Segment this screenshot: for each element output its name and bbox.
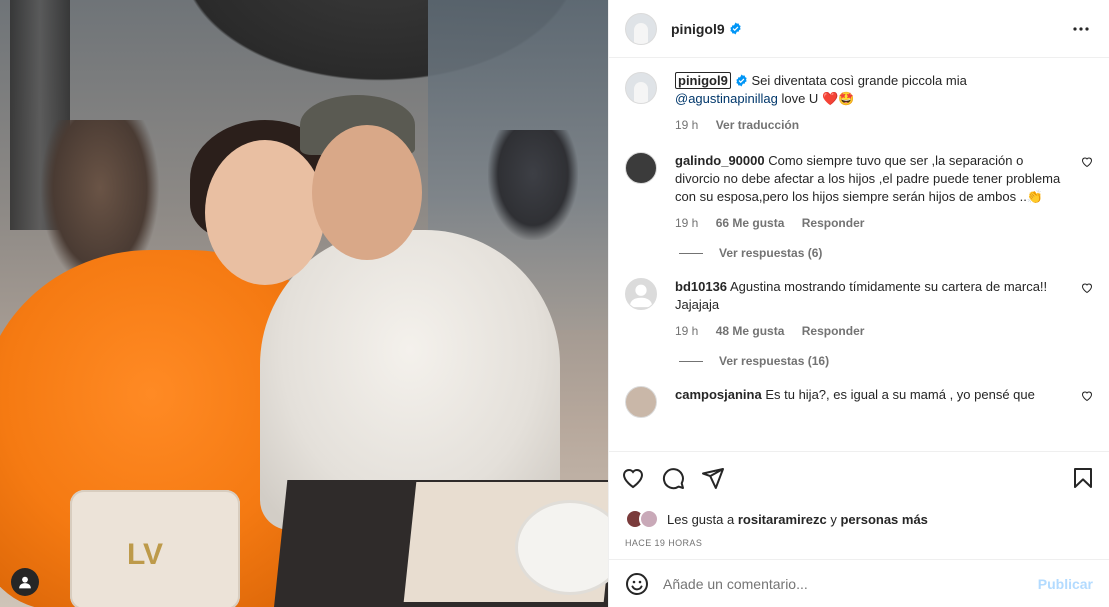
default-avatar-icon	[629, 284, 653, 308]
photo-man-face	[312, 125, 422, 260]
likes-and: y	[830, 511, 837, 527]
comment-time[interactable]: 19 h	[675, 324, 698, 338]
comment-username[interactable]: galindo_90000	[675, 153, 765, 168]
liker-username[interactable]: rositaramirezc	[738, 512, 827, 527]
more-options-button[interactable]	[1069, 17, 1093, 41]
view-replies-label: Ver respuestas (16)	[719, 354, 830, 368]
instagram-post-modal: LV pinigol9 pinigol9 Sei diventata così …	[0, 0, 1109, 607]
share-send-icon[interactable]	[701, 466, 725, 490]
comment-input[interactable]	[663, 575, 1038, 592]
add-comment-bar: Publicar	[609, 559, 1109, 607]
likes-summary: Les gusta a rositaramirezc y personas má…	[609, 503, 1109, 535]
comment-bubble-icon[interactable]	[661, 466, 685, 490]
comment-meta: 19 h 66 Me gusta Responder	[675, 214, 1071, 232]
commenter-avatar[interactable]	[625, 152, 657, 184]
emoji-icon[interactable]	[625, 572, 649, 596]
comment-meta: 19 h 48 Me gusta Responder	[675, 322, 1071, 340]
post-actions	[609, 451, 1109, 503]
like-comment-heart-icon[interactable]	[1081, 156, 1093, 168]
comment: camposjanina Es tu hija?, es igual a su …	[625, 386, 1093, 418]
caption-avatar[interactable]	[625, 72, 657, 104]
comment-likes[interactable]: 48 Me gusta	[716, 324, 785, 338]
caption-username[interactable]: pinigol9	[675, 72, 731, 89]
caption: pinigol9 Sei diventata così grande picco…	[625, 72, 1093, 134]
post-header: pinigol9	[609, 0, 1109, 58]
comment: galindo_90000 Como siempre tuvo que ser …	[625, 152, 1093, 232]
caption-suffix: love U	[781, 91, 819, 106]
caption-time[interactable]: 19 h	[675, 118, 698, 132]
like-heart-icon[interactable]	[621, 466, 645, 490]
comment-body: Agustina mostrando tímidamente su carter…	[675, 279, 1048, 312]
likes-prefix: Les gusta a	[667, 511, 735, 527]
view-replies-button[interactable]: Ver respuestas (6)	[679, 246, 1093, 260]
author-username[interactable]: pinigol9	[671, 21, 725, 37]
verified-badge-icon	[730, 22, 741, 35]
others-likes-link[interactable]: personas más	[840, 512, 927, 527]
comment-username[interactable]: camposjanina	[675, 387, 762, 402]
reply-button[interactable]: Responder	[802, 324, 865, 338]
author-avatar[interactable]	[625, 12, 657, 45]
likers-avatars[interactable]	[625, 509, 659, 529]
replies-divider	[679, 360, 703, 362]
more-icon	[1073, 26, 1089, 31]
comment-username[interactable]: bd10136	[675, 279, 727, 294]
comment-body: Es tu hija?, es igual a su mamá , yo pen…	[765, 387, 1035, 402]
caption-text: pinigol9 Sei diventata così grande picco…	[675, 72, 1093, 134]
view-replies-label: Ver respuestas (6)	[719, 246, 823, 260]
commenter-avatar[interactable]	[625, 386, 657, 418]
comment-text: galindo_90000 Como siempre tuvo que ser …	[675, 152, 1071, 232]
caption-meta: 19 h Ver traducción	[675, 116, 1093, 134]
like-comment-heart-icon[interactable]	[1081, 390, 1093, 402]
reply-button[interactable]: Responder	[802, 216, 865, 230]
liker-avatar	[639, 509, 659, 529]
caption-body: Sei diventata così grande piccola mia	[751, 73, 967, 88]
post-side-panel: pinigol9 pinigol9 Sei diventata così gra…	[608, 0, 1109, 607]
post-timestamp[interactable]: HACE 19 HORAS	[609, 535, 1109, 559]
publish-button[interactable]: Publicar	[1038, 576, 1093, 592]
comment-text: bd10136 Agustina mostrando tímidamente s…	[675, 278, 1071, 340]
comment-text: camposjanina Es tu hija?, es igual a su …	[675, 386, 1071, 404]
see-translation-button[interactable]: Ver traducción	[716, 118, 799, 132]
comment-time[interactable]: 19 h	[675, 216, 698, 230]
like-comment-heart-icon[interactable]	[1081, 282, 1093, 294]
commenter-avatar[interactable]	[625, 278, 657, 310]
comment: bd10136 Agustina mostrando tímidamente s…	[625, 278, 1093, 340]
photo-woman-face	[205, 140, 325, 285]
view-replies-button[interactable]: Ver respuestas (16)	[679, 354, 1093, 368]
photo-bag-logo: LV	[126, 538, 164, 571]
caption-mention[interactable]: @agustinapinillag	[675, 91, 778, 106]
replies-divider	[679, 252, 703, 254]
comments-list[interactable]: pinigol9 Sei diventata così grande picco…	[609, 58, 1109, 451]
tagged-users-button[interactable]	[11, 568, 39, 596]
user-icon	[19, 576, 31, 589]
photo-background-man	[488, 130, 578, 240]
save-bookmark-icon[interactable]	[1071, 466, 1095, 490]
comment-likes[interactable]: 66 Me gusta	[716, 216, 785, 230]
verified-badge-icon	[736, 74, 747, 87]
caption-emojis: ❤️🤩	[821, 91, 855, 106]
post-photo[interactable]: LV	[0, 0, 608, 607]
